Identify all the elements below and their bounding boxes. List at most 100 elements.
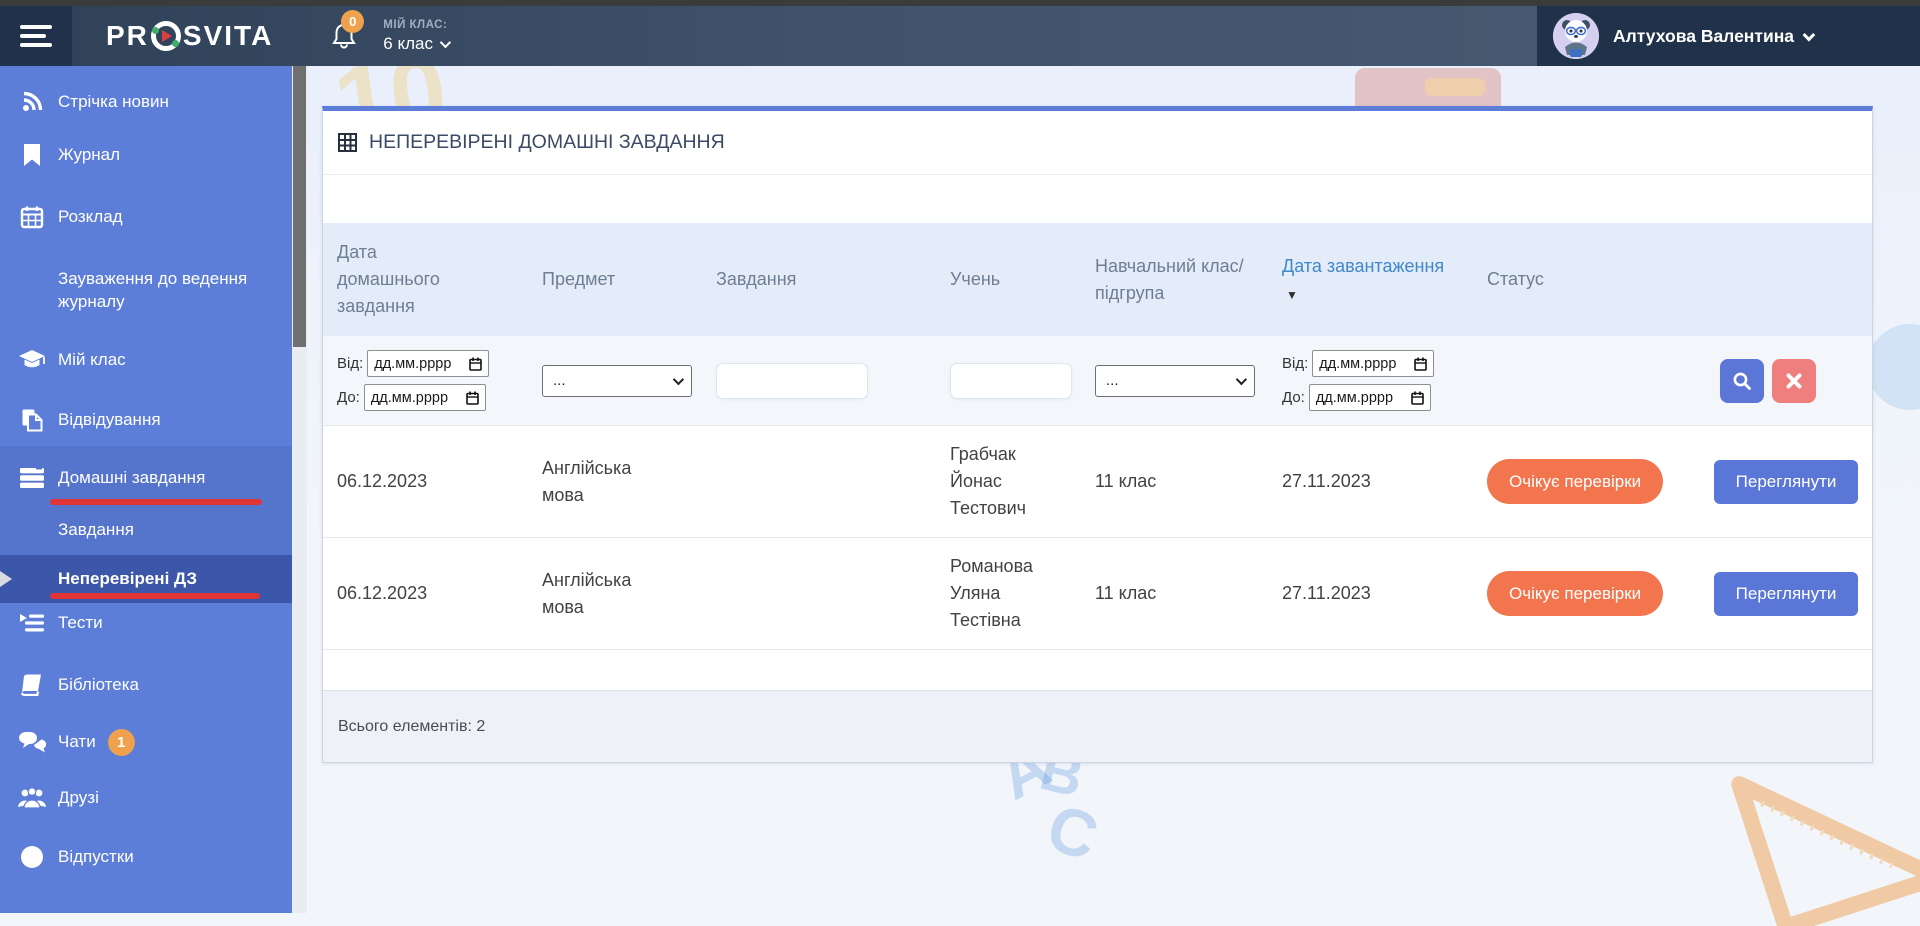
sidebar-item-attendance[interactable]: Відвідування bbox=[0, 396, 292, 444]
total-items-text: Всього елементів: 2 bbox=[338, 718, 485, 736]
calendar-icon bbox=[469, 357, 482, 371]
hamburger-menu-button[interactable] bbox=[0, 6, 72, 66]
class-selector-label: МІЙ КЛАС: bbox=[383, 19, 448, 31]
cell-upload-date: 27.11.2023 bbox=[1282, 468, 1487, 495]
cell-pupil: Романова Уляна Тестівна bbox=[950, 553, 1050, 634]
sidebar-item-chats[interactable]: Чати 1 bbox=[0, 718, 292, 766]
clear-filters-button[interactable] bbox=[1772, 359, 1816, 403]
sidebar-item-my-class[interactable]: Мій клас bbox=[0, 336, 292, 384]
date-to-label: До: bbox=[1282, 389, 1305, 406]
page-title: НЕПЕРЕВІРЕНІ ДОМАШНІ ЗАВДАННЯ bbox=[369, 131, 725, 154]
notifications-badge: 0 bbox=[341, 10, 364, 33]
red-annotation-underline bbox=[50, 499, 262, 505]
red-annotation-underline bbox=[50, 593, 260, 599]
class-filter-select[interactable]: ... bbox=[1095, 365, 1255, 397]
cell-homework-date: 06.12.2023 bbox=[337, 468, 542, 495]
date-from-label: Від: bbox=[337, 355, 363, 372]
table-icon bbox=[338, 133, 357, 152]
circle-icon bbox=[17, 845, 47, 869]
search-icon bbox=[1732, 371, 1752, 391]
app-header: PR SVITA 0 МІЙ КЛАС: 6 клас bbox=[0, 6, 1920, 66]
sidebar-item-journal-remarks[interactable]: Зауваження до ведення журналу bbox=[0, 261, 292, 321]
sidebar-nav: Стрічка новин Журнал Розклад Зауваження … bbox=[0, 66, 292, 913]
cell-subject: Англійська мова bbox=[542, 455, 662, 509]
table-row: 06.12.2023 Англійська мова Романова Улян… bbox=[323, 537, 1872, 649]
cell-homework-date: 06.12.2023 bbox=[337, 580, 542, 607]
logo-play-icon bbox=[151, 21, 181, 51]
watermark-circle bbox=[1867, 324, 1920, 410]
calendar-icon bbox=[466, 391, 479, 405]
active-pointer-icon bbox=[0, 571, 12, 587]
search-button[interactable] bbox=[1720, 359, 1764, 403]
graduation-cap-icon bbox=[17, 349, 47, 371]
book-icon bbox=[17, 674, 47, 696]
chevron-down-icon bbox=[440, 36, 451, 47]
subject-filter-select[interactable]: ... bbox=[542, 365, 692, 397]
sidebar-scrollbar[interactable] bbox=[292, 66, 307, 913]
calendar-icon bbox=[17, 205, 47, 229]
table-empty-strip bbox=[323, 649, 1872, 690]
col-header-subject: Предмет bbox=[542, 266, 716, 293]
sidebar-item-tests[interactable]: Тести bbox=[0, 599, 292, 647]
view-button[interactable]: Переглянути bbox=[1714, 572, 1858, 616]
sidebar-item-news-feed[interactable]: Стрічка новин bbox=[0, 78, 292, 126]
date-to-label: До: bbox=[337, 389, 360, 406]
pages-icon bbox=[17, 408, 47, 432]
prosvita-logo[interactable]: PR SVITA bbox=[106, 20, 273, 52]
hamburger-icon bbox=[20, 20, 52, 52]
table-filter-row: Від: дд.мм.рррр До: дд.мм.рррр ... bbox=[323, 336, 1872, 425]
cell-subject: Англійська мова bbox=[542, 567, 662, 621]
date-from-label: Від: bbox=[1282, 355, 1308, 372]
sidebar-item-schedule[interactable]: Розклад bbox=[0, 193, 292, 241]
test-list-icon bbox=[17, 613, 47, 633]
cell-class: 11 клас bbox=[1095, 468, 1282, 495]
cell-upload-date: 27.11.2023 bbox=[1282, 580, 1487, 607]
homework-stack-icon bbox=[17, 467, 47, 489]
col-header-status: Статус bbox=[1487, 266, 1714, 293]
class-selector-value: 6 клас bbox=[383, 34, 433, 54]
notifications-button[interactable]: 0 bbox=[331, 22, 357, 50]
chevron-down-icon bbox=[673, 373, 684, 384]
class-selector[interactable]: МІЙ КЛАС: 6 клас bbox=[383, 19, 448, 54]
close-icon bbox=[1786, 373, 1802, 389]
logo-text-post: SVITA bbox=[183, 20, 273, 52]
logo-text-pre: PR bbox=[106, 20, 149, 52]
cell-class: 11 клас bbox=[1095, 580, 1282, 607]
sidebar-item-homework[interactable]: Домашні завдання bbox=[0, 454, 292, 502]
scrollbar-thumb[interactable] bbox=[293, 66, 306, 347]
sidebar-item-vacations[interactable]: Відпустки bbox=[0, 833, 292, 881]
panel-title-row: НЕПЕРЕВІРЕНІ ДОМАШНІ ЗАВДАННЯ bbox=[323, 111, 1872, 175]
rss-icon bbox=[17, 90, 47, 114]
pupil-filter-input[interactable] bbox=[950, 363, 1072, 399]
upload-date-from-input[interactable]: дд.мм.рррр bbox=[1312, 350, 1434, 377]
table-footer: Всього елементів: 2 bbox=[323, 690, 1872, 762]
upload-date-to-input[interactable]: дд.мм.рррр bbox=[1309, 384, 1431, 411]
unchecked-homework-panel: НЕПЕРЕВІРЕНІ ДОМАШНІ ЗАВДАННЯ Дата домаш… bbox=[322, 106, 1873, 763]
users-icon bbox=[17, 787, 47, 809]
sidebar-item-tasks[interactable]: Завдання bbox=[0, 506, 292, 554]
chats-badge: 1 bbox=[108, 729, 135, 756]
col-header-task: Завдання bbox=[716, 266, 950, 293]
avatar bbox=[1553, 13, 1599, 59]
sidebar-item-partial[interactable] bbox=[0, 901, 292, 913]
table-header-row: Дата домашнього завдання Предмет Завданн… bbox=[323, 223, 1872, 336]
chat-bubbles-icon bbox=[17, 731, 47, 753]
task-filter-input[interactable] bbox=[716, 363, 868, 399]
user-name: Алтухова Валентина bbox=[1613, 26, 1794, 47]
user-menu[interactable]: Алтухова Валентина bbox=[1537, 6, 1920, 66]
sidebar-item-journal[interactable]: Журнал bbox=[0, 131, 292, 179]
chevron-down-icon bbox=[1236, 373, 1247, 384]
homework-date-from-input[interactable]: дд.мм.рррр bbox=[367, 350, 489, 377]
status-badge: Очікує перевірки bbox=[1487, 459, 1663, 505]
homework-date-to-input[interactable]: дд.мм.рррр bbox=[364, 384, 486, 411]
col-header-upload-date-sort[interactable]: Дата завантаження ▼ bbox=[1282, 253, 1452, 307]
table-row: 06.12.2023 Англійська мова Грабчак Йонас… bbox=[323, 425, 1872, 537]
bookmark-icon bbox=[17, 143, 47, 167]
view-button[interactable]: Переглянути bbox=[1714, 460, 1858, 504]
col-header-pupil: Учень bbox=[950, 266, 1095, 293]
col-header-homework-date: Дата домашнього завдання bbox=[337, 239, 472, 320]
sidebar-item-library[interactable]: Бібліотека bbox=[0, 661, 292, 709]
sidebar-item-friends[interactable]: Друзі bbox=[0, 774, 292, 822]
main-content: 10 ABC НЕПЕРЕВІРЕНІ ДОМАШНІ ЗАВДАННЯ Дат… bbox=[307, 66, 1920, 913]
sort-desc-icon: ▼ bbox=[1286, 288, 1298, 302]
